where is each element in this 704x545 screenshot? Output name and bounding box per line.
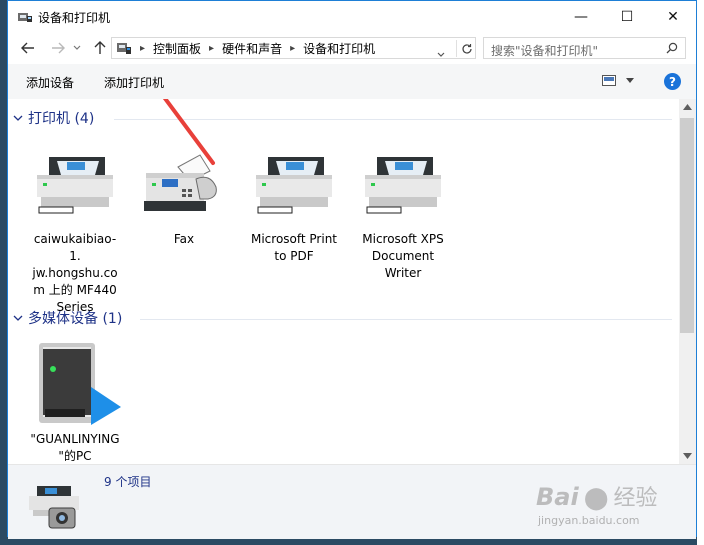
device-list: 打印机 (4) caiwukaibiao-1. jw.hongshu.co m … [8,99,679,464]
maximize-icon: ☐ [620,8,634,25]
up-button[interactable] [89,38,111,58]
command-bar: 添加设备 添加打印机 ? [8,64,696,100]
help-icon: ? [669,74,676,89]
address-bar-row: ▸ 控制面板 ▸ 硬件和声音 ▸ 设备和打印机 搜索"设备和打印机" [8,32,696,64]
watermark-brand-cn: 经验 [613,486,658,511]
devices-printers-icon [18,13,32,22]
breadcrumb-control-panel[interactable]: 控制面板 [153,40,201,57]
address-box[interactable]: ▸ 控制面板 ▸ 硬件和声音 ▸ 设备和打印机 [111,37,476,59]
add-device-button[interactable]: 添加设备 [26,74,74,91]
annotation-arrow [162,99,215,165]
up-arrow-icon [94,41,106,54]
address-dropdown-icon[interactable] [437,43,445,62]
search-box[interactable]: 搜索"设备和打印机" [483,37,686,59]
search-icon [666,42,678,54]
control-panel-icon [117,43,131,54]
breadcrumb-hardware-sound[interactable]: 硬件和声音 [222,40,282,57]
background-window-right [697,0,704,545]
refresh-icon [462,43,472,54]
breadcrumb-devices-printers[interactable]: 设备和打印机 [303,40,375,57]
scrollbar-thumb[interactable] [680,118,694,333]
minimize-button[interactable]: — [558,1,604,32]
help-button[interactable]: ? [664,73,681,90]
add-printer-button[interactable]: 添加打印机 [104,74,164,91]
maximize-button[interactable]: ☐ [604,1,650,32]
minimize-icon: — [574,8,588,25]
view-dropdown-icon [626,78,634,83]
paw-logo-icon: ⬤ [583,486,609,511]
breadcrumb-separator: ▸ [209,42,215,54]
breadcrumb-separator: ▸ [140,42,146,54]
close-button[interactable]: ✕ [650,1,696,32]
breadcrumb-separator: ▸ [290,42,296,54]
baidu-jingyan-watermark: Bai ⬤ 经验 jingyan.baidu.com [536,480,658,527]
recent-locations-button[interactable] [70,38,84,58]
item-count: 9 个项目 [104,475,152,489]
back-arrow-icon [21,42,34,54]
change-view-button[interactable] [602,75,634,86]
forward-arrow-icon [52,42,65,54]
title-bar: 设备和打印机 — ☐ ✕ [8,1,696,32]
back-button[interactable] [17,38,39,58]
scroll-up-icon[interactable] [683,104,692,110]
window-title: 设备和打印机 [38,11,111,25]
view-icon [602,75,616,86]
devices-and-printers-window: 设备和打印机 — ☐ ✕ ▸ 控制面板 ▸ 硬件和声音 ▸ 设备和打印机 搜索"… [7,0,697,539]
watermark-brand: Bai [536,483,579,511]
search-input[interactable]: 搜索"设备和打印机" [491,42,598,59]
vertical-scrollbar[interactable] [679,99,696,464]
scroll-down-icon[interactable] [683,453,692,459]
close-icon: ✕ [667,8,679,25]
forward-button[interactable] [47,38,69,58]
refresh-button[interactable] [456,40,477,57]
chevron-down-icon [73,45,81,50]
watermark-url: jingyan.baidu.com [538,514,640,527]
printer-camera-icon [29,486,79,529]
